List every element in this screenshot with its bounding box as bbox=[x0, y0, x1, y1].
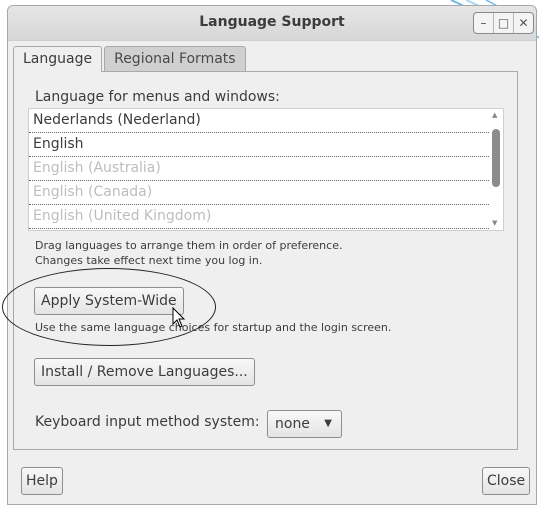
list-item[interactable]: English (Canada) bbox=[29, 181, 503, 205]
tab-bar: Language Regional Formats bbox=[13, 46, 246, 72]
scroll-up-icon[interactable]: ▲ bbox=[492, 111, 497, 119]
language-list-heading: Language for menus and windows: bbox=[35, 89, 280, 105]
scrollbar-thumb[interactable] bbox=[492, 129, 500, 187]
apply-hint: Use the same language choices for startu… bbox=[35, 321, 392, 334]
close-icon[interactable]: ✕ bbox=[514, 13, 533, 33]
scroll-down-icon[interactable]: ▼ bbox=[492, 219, 497, 227]
tab-regional-formats[interactable]: Regional Formats bbox=[104, 46, 246, 71]
mouse-cursor-icon bbox=[172, 307, 186, 328]
list-item[interactable]: English (United Kingdom) bbox=[29, 205, 503, 229]
apply-system-wide-button[interactable]: Apply System-Wide bbox=[34, 287, 184, 315]
drag-hint: Drag languages to arrange them in order … bbox=[35, 239, 343, 252]
changes-hint: Changes take effect next time you log in… bbox=[35, 254, 263, 267]
list-scrollbar[interactable]: ▲ ▼ bbox=[489, 109, 503, 230]
window-controls: – □ ✕ bbox=[473, 12, 534, 34]
window-title: Language Support bbox=[199, 14, 345, 30]
install-remove-languages-button[interactable]: Install / Remove Languages... bbox=[34, 358, 255, 386]
keyboard-input-value: none bbox=[275, 416, 310, 432]
list-item[interactable]: English (Australia) bbox=[29, 157, 503, 181]
help-button[interactable]: Help bbox=[21, 467, 63, 495]
keyboard-input-label: Keyboard input method system: bbox=[35, 414, 260, 430]
tab-language[interactable]: Language bbox=[13, 46, 103, 72]
list-item[interactable]: Nederlands (Nederland) bbox=[29, 109, 503, 133]
close-button[interactable]: Close bbox=[482, 467, 531, 495]
minimize-icon[interactable]: – bbox=[474, 13, 494, 33]
language-list[interactable]: Nederlands (Nederland) English English (… bbox=[28, 108, 504, 231]
title-bar: Language Support – □ ✕ bbox=[8, 6, 536, 41]
chevron-down-icon: ▼ bbox=[324, 418, 332, 429]
list-item[interactable]: English bbox=[29, 133, 503, 157]
maximize-icon[interactable]: □ bbox=[494, 13, 514, 33]
keyboard-input-select[interactable]: none ▼ bbox=[267, 410, 342, 438]
